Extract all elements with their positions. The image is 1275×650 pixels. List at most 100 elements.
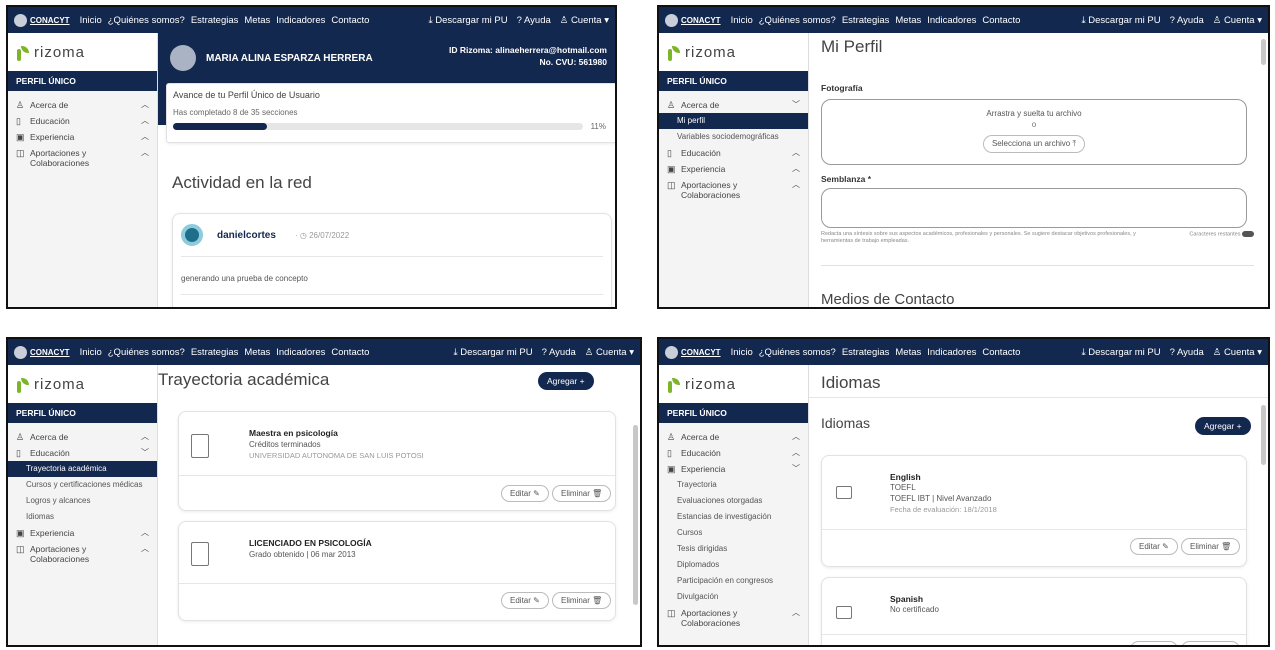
nav-link-estrategias[interactable]: Estrategias: [191, 347, 239, 358]
download-link[interactable]: ⤓ Descargar mi PU: [1081, 15, 1160, 26]
sidebar-item-educacion[interactable]: ▯ Educación ︿: [659, 445, 808, 461]
edit-button[interactable]: Editar ✎: [1130, 538, 1178, 555]
sidebar-item-educacion[interactable]: ▯ Educación ︿: [8, 113, 157, 129]
sidebar-sub-tesis[interactable]: Tesis dirigidas: [659, 541, 808, 557]
conacyt-seal-icon: [665, 345, 678, 359]
nav-link-metas[interactable]: Metas: [895, 347, 921, 358]
help-link[interactable]: ? Ayuda: [1170, 15, 1204, 26]
sidebar-item-experiencia[interactable]: ▣ Experiencia ︿: [659, 161, 808, 177]
nav-link-contacto[interactable]: Contacto: [982, 347, 1020, 358]
conacyt-logo[interactable]: CONACYT: [665, 13, 721, 27]
nav-link-metas[interactable]: Metas: [244, 15, 270, 26]
photo-dropzone[interactable]: Arrastra y suelta tu archivo o Seleccion…: [821, 99, 1247, 165]
sidebar-item-acerca[interactable]: ♙ Acerca de ︿: [659, 429, 808, 445]
account-menu[interactable]: ♙ Cuenta ▾: [585, 347, 634, 358]
nav-link-inicio[interactable]: Inicio: [731, 15, 753, 26]
sidebar-item-acerca[interactable]: ♙ Acerca de ︿: [8, 97, 157, 113]
or-text: o: [1031, 120, 1037, 129]
nav-link-contacto[interactable]: Contacto: [331, 15, 369, 26]
chevron-up-icon: ︿: [792, 148, 800, 157]
nav-link-inicio[interactable]: Inicio: [80, 347, 102, 358]
nav-link-inicio[interactable]: Inicio: [731, 347, 753, 358]
sidebar-sub-diplomados[interactable]: Diplomados: [659, 557, 808, 573]
post-avatar-icon[interactable]: [181, 224, 203, 246]
sidebar-item-acerca[interactable]: ♙ Acerca de ﹀: [659, 97, 808, 113]
help-link[interactable]: ? Ayuda: [542, 347, 576, 358]
nav-link-indicadores[interactable]: Indicadores: [927, 347, 976, 358]
nav-link-metas[interactable]: Metas: [895, 15, 921, 26]
nav-link-quienes[interactable]: ¿Quiénes somos?: [759, 347, 836, 358]
help-link[interactable]: ? Ayuda: [1170, 347, 1204, 358]
semblanza-textarea[interactable]: [821, 188, 1247, 228]
sidebar-item-acerca[interactable]: ♙ Acerca de ︿: [8, 429, 157, 445]
help-link[interactable]: ? Ayuda: [517, 15, 551, 26]
rizoma-logo[interactable]: rizoma: [8, 365, 157, 403]
page-title: Idiomas: [821, 373, 881, 392]
conacyt-logo[interactable]: CONACYT: [14, 345, 70, 359]
scrollbar[interactable]: [1261, 405, 1266, 465]
edit-button[interactable]: Editar ✎: [1130, 641, 1178, 645]
download-link[interactable]: ⤓ Descargar mi PU: [428, 15, 507, 26]
edit-button[interactable]: Editar ✎: [501, 592, 549, 609]
nav-link-indicadores[interactable]: Indicadores: [276, 15, 325, 26]
account-menu[interactable]: ♙ Cuenta ▾: [560, 15, 609, 26]
rizoma-logo[interactable]: rizoma: [659, 33, 808, 71]
nav-link-metas[interactable]: Metas: [244, 347, 270, 358]
sidebar-item-experiencia[interactable]: ▣ Experiencia ︿: [8, 525, 157, 541]
sidebar-sub-logros[interactable]: Logros y alcances: [8, 493, 157, 509]
book-icon: [191, 542, 209, 566]
conacyt-logo[interactable]: CONACYT: [665, 345, 721, 359]
nav-link-quienes[interactable]: ¿Quiénes somos?: [108, 15, 185, 26]
sidebar-sub-evaluaciones[interactable]: Evaluaciones otorgadas: [659, 493, 808, 509]
progress-fill: [173, 123, 268, 130]
nav-link-inicio[interactable]: Inicio: [80, 15, 102, 26]
add-button[interactable]: Agregar +: [538, 372, 594, 390]
sidebar-sub-variables[interactable]: Variables sociodemográficas: [659, 129, 808, 145]
delete-button[interactable]: Eliminar 🗑: [1181, 538, 1241, 555]
nav-link-indicadores[interactable]: Indicadores: [276, 347, 325, 358]
sidebar-sub-mi-perfil[interactable]: Mi perfil: [659, 113, 808, 129]
conacyt-logo[interactable]: CONACYT: [14, 13, 70, 27]
delete-button[interactable]: Eliminar 🗑: [552, 485, 612, 502]
sidebar-item-experiencia[interactable]: ▣ Experiencia ﹀: [659, 461, 808, 477]
sidebar-item-aportaciones[interactable]: ◫ Aportaciones y Colaboraciones ︿: [659, 177, 808, 203]
edit-button[interactable]: Editar ✎: [501, 485, 549, 502]
delete-button[interactable]: Eliminar 🗑: [552, 592, 612, 609]
post-user[interactable]: danielcortes: [217, 230, 276, 241]
scrollbar[interactable]: [633, 425, 638, 605]
nav-link-indicadores[interactable]: Indicadores: [927, 15, 976, 26]
nav-link-estrategias[interactable]: Estrategias: [842, 15, 890, 26]
select-file-button[interactable]: Selecciona un archivo ⤒: [982, 135, 1086, 153]
sidebar-item-aportaciones[interactable]: ◫ Aportaciones y Colaboraciones ︿: [659, 605, 808, 631]
nav-link-contacto[interactable]: Contacto: [331, 347, 369, 358]
sidebar-sub-estancias[interactable]: Estancias de investigación: [659, 509, 808, 525]
delete-button[interactable]: Eliminar 🗑: [1181, 641, 1241, 645]
sidebar-sub-trayectoria-academica[interactable]: Trayectoria académica: [8, 461, 157, 477]
pencil-icon: ✎: [1162, 542, 1169, 551]
sidebar-item-educacion[interactable]: ▯ Educación ︿: [659, 145, 808, 161]
download-link[interactable]: ⤓ Descargar mi PU: [453, 347, 532, 358]
sidebar-item-experiencia[interactable]: ▣ Experiencia ︿: [8, 129, 157, 145]
nav-link-quienes[interactable]: ¿Quiénes somos?: [108, 347, 185, 358]
sidebar-sub-cursos-certificaciones[interactable]: Cursos y certificaciones médicas: [8, 477, 157, 493]
account-menu[interactable]: ♙ Cuenta ▾: [1213, 15, 1262, 26]
sidebar-sub-congresos[interactable]: Participación en congresos: [659, 573, 808, 589]
nav-link-quienes[interactable]: ¿Quiénes somos?: [759, 15, 836, 26]
nav-link-estrategias[interactable]: Estrategias: [191, 15, 239, 26]
add-button[interactable]: Agregar +: [1195, 417, 1251, 435]
sidebar-sub-divulgacion[interactable]: Divulgación: [659, 589, 808, 605]
book-icon: ▯: [16, 116, 21, 126]
scrollbar[interactable]: [1261, 39, 1266, 65]
nav-link-estrategias[interactable]: Estrategias: [842, 347, 890, 358]
sidebar-item-aportaciones[interactable]: ◫ Aportaciones y Colaboraciones ︿: [8, 541, 157, 567]
rizoma-logo[interactable]: rizoma: [8, 33, 157, 71]
account-menu[interactable]: ♙ Cuenta ▾: [1213, 347, 1262, 358]
rizoma-logo[interactable]: rizoma: [659, 365, 808, 403]
nav-link-contacto[interactable]: Contacto: [982, 15, 1020, 26]
sidebar-sub-idiomas[interactable]: Idiomas: [8, 509, 157, 525]
download-link[interactable]: ⤓ Descargar mi PU: [1081, 347, 1160, 358]
sidebar-sub-cursos[interactable]: Cursos: [659, 525, 808, 541]
sidebar-item-aportaciones[interactable]: ◫ Aportaciones y Colaboraciones ︿: [8, 145, 157, 171]
sidebar-item-educacion[interactable]: ▯ Educación ﹀: [8, 445, 157, 461]
sidebar-sub-trayectoria[interactable]: Trayectoria: [659, 477, 808, 493]
